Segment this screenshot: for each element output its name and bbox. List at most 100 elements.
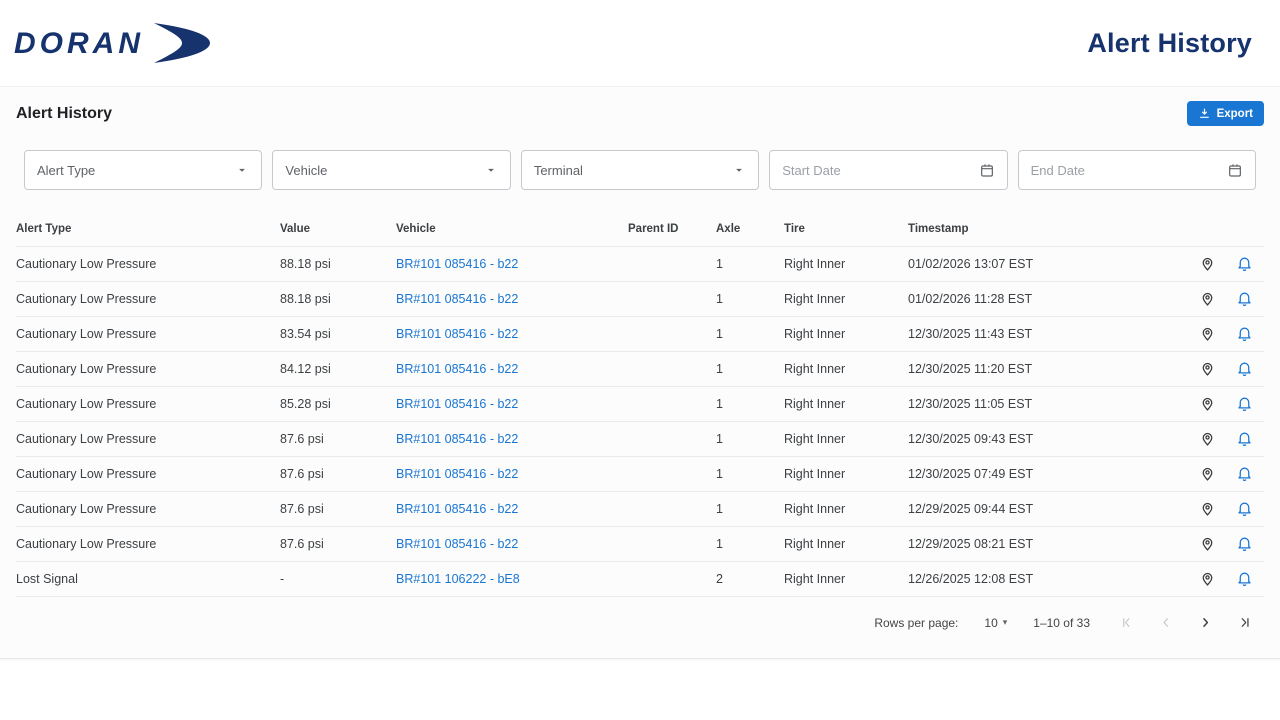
last-page-button[interactable] [1235, 613, 1254, 632]
cell-axle: 1 [716, 526, 784, 562]
cell-value: 84.12 psi [280, 351, 396, 387]
table-row: Cautionary Low Pressure 84.12 psi BR#101 0… [16, 351, 1264, 387]
bell-button[interactable] [1234, 533, 1255, 554]
table-row: Cautionary Low Pressure 87.6 psi BR#101 08… [16, 421, 1264, 457]
cell-alert-type: Cautionary Low Pressure [16, 316, 280, 352]
vehicle-link[interactable]: BR#101 106222 - bE8 [396, 572, 520, 586]
app-title: Alert History [1087, 27, 1252, 58]
cell-action [1190, 491, 1224, 527]
location-pin-button[interactable] [1197, 463, 1218, 484]
cell-action [1224, 421, 1264, 457]
bell-button[interactable] [1234, 358, 1255, 379]
filter-label: Terminal [533, 162, 583, 178]
bell-button[interactable] [1234, 428, 1255, 449]
bell-icon [1236, 430, 1253, 447]
column-header-actions [1190, 212, 1224, 247]
bell-button[interactable] [1234, 568, 1255, 589]
cell-axle: 1 [716, 421, 784, 457]
cell-tire: Right Inner [784, 456, 908, 492]
cell-vehicle: BR#101 085416 - b22 [396, 421, 628, 457]
cell-value: 88.18 psi [280, 281, 396, 317]
location-pin-button[interactable] [1197, 253, 1218, 274]
rows-per-page-select[interactable]: 10 ▾ [984, 616, 1007, 630]
date-input-end-date[interactable]: End Date [1017, 150, 1257, 190]
calendar-icon [1227, 162, 1243, 178]
bell-button[interactable] [1234, 253, 1255, 274]
vehicle-link[interactable]: BR#101 085416 - b22 [396, 397, 518, 411]
column-header-timestamp: Timestamp [908, 212, 1190, 247]
cell-timestamp: 12/26/2025 12:08 EST [908, 561, 1190, 597]
cell-action [1190, 526, 1224, 562]
location-pin-button[interactable] [1197, 533, 1218, 554]
cell-parent-id [628, 561, 716, 597]
cell-vehicle: BR#101 085416 - b22 [396, 526, 628, 562]
cell-axle: 1 [716, 456, 784, 492]
filter-select-terminal[interactable]: Terminal [520, 150, 760, 190]
location-pin-button[interactable] [1197, 428, 1218, 449]
cell-tire: Right Inner [784, 561, 908, 597]
cell-parent-id [628, 246, 716, 282]
vehicle-link[interactable]: BR#101 085416 - b22 [396, 257, 518, 271]
filter-select-alert-type[interactable]: Alert Type [24, 150, 263, 190]
first-page-button[interactable] [1118, 613, 1137, 632]
table-row: Cautionary Low Pressure 88.18 psi BR#101 0… [16, 281, 1264, 317]
location-pin-button[interactable] [1197, 498, 1218, 519]
cell-action [1224, 386, 1264, 422]
cell-alert-type: Lost Signal [16, 561, 280, 597]
bell-button[interactable] [1234, 323, 1255, 344]
vehicle-link[interactable]: BR#101 085416 - b22 [396, 502, 518, 516]
next-page-button[interactable] [1196, 613, 1215, 632]
vehicle-link[interactable]: BR#101 085416 - b22 [396, 432, 518, 446]
cell-tire: Right Inner [784, 491, 908, 527]
last-page-icon [1237, 615, 1252, 630]
bell-button[interactable] [1234, 498, 1255, 519]
rows-per-page-label: Rows per page: [874, 615, 959, 630]
cell-vehicle: BR#101 085416 - b22 [396, 246, 628, 282]
cell-axle: 1 [716, 491, 784, 527]
pagination-nav [1118, 613, 1254, 632]
bell-button[interactable] [1234, 393, 1255, 414]
cell-alert-type: Cautionary Low Pressure [16, 421, 280, 457]
table-row: Cautionary Low Pressure 88.18 psi BR#101 0… [16, 246, 1264, 282]
alerts-table: Alert Type Value Vehicle Parent ID Axle Tire T… [16, 212, 1264, 597]
cell-timestamp: 12/29/2025 08:21 EST [908, 526, 1190, 562]
export-button[interactable]: Export [1186, 101, 1264, 126]
location-pin-button[interactable] [1197, 393, 1218, 414]
cell-action [1190, 456, 1224, 492]
cell-alert-type: Cautionary Low Pressure [16, 491, 280, 527]
vehicle-link[interactable]: BR#101 085416 - b22 [396, 362, 518, 376]
location-pin-button[interactable] [1197, 288, 1218, 309]
cell-action [1224, 351, 1264, 387]
cell-action [1224, 246, 1264, 282]
alert-history-panel: Alert History Export Alert Type Vehicle Te… [0, 86, 1280, 659]
first-page-icon [1120, 615, 1135, 630]
cell-axle: 1 [716, 246, 784, 282]
cell-tire: Right Inner [784, 351, 908, 387]
location-pin-button[interactable] [1197, 358, 1218, 379]
filter-label: End Date [1030, 162, 1085, 178]
previous-page-button[interactable] [1157, 613, 1176, 632]
vehicle-link[interactable]: BR#101 085416 - b22 [396, 292, 518, 306]
date-input-start-date[interactable]: Start Date [769, 150, 1008, 190]
rows-per-page-value: 10 [984, 615, 998, 630]
cell-timestamp: 12/30/2025 11:05 EST [908, 386, 1190, 422]
vehicle-link[interactable]: BR#101 085416 - b22 [396, 537, 518, 551]
cell-vehicle: BR#101 085416 - b22 [396, 456, 628, 492]
vehicle-link[interactable]: BR#101 085416 - b22 [396, 467, 518, 481]
cell-action [1190, 351, 1224, 387]
chevron-left-icon [1159, 615, 1174, 630]
location-pin-button[interactable] [1197, 323, 1218, 344]
cell-vehicle: BR#101 085416 - b22 [396, 386, 628, 422]
pagination: Rows per page: 10 ▾ 1–10 of 33 [16, 597, 1264, 650]
bell-icon [1236, 535, 1253, 552]
bell-icon [1236, 290, 1253, 307]
location-pin-button[interactable] [1197, 568, 1218, 589]
cell-parent-id [628, 491, 716, 527]
cell-value: 85.28 psi [280, 386, 396, 422]
cell-action [1190, 316, 1224, 352]
filter-select-vehicle[interactable]: Vehicle [272, 150, 511, 190]
bell-button[interactable] [1234, 463, 1255, 484]
vehicle-link[interactable]: BR#101 085416 - b22 [396, 327, 518, 341]
bell-button[interactable] [1234, 288, 1255, 309]
column-header-actions [1224, 212, 1264, 247]
